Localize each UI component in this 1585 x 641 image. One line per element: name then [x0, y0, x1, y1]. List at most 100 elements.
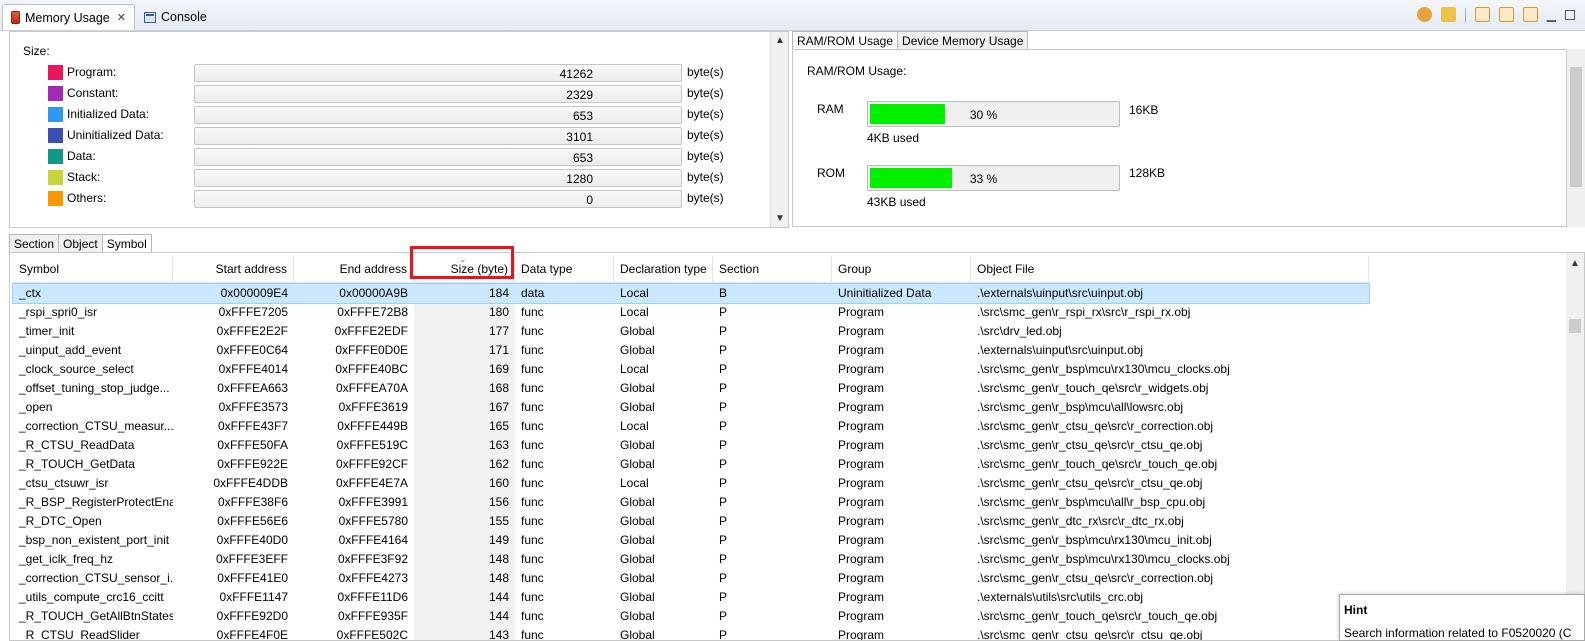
column-header[interactable]: Object File	[971, 256, 1369, 283]
tab-console[interactable]: Console	[136, 4, 215, 30]
table-cell: _ctx	[19, 286, 42, 300]
table-cell: _correction_CTSU_measur...	[19, 419, 173, 433]
table-row[interactable]: _R_DTC_Open 0xFFFE56E6 0xFFFE5780 155 func Gl…	[13, 512, 1369, 531]
column-header[interactable]: Symbol	[13, 256, 173, 283]
size-panel: Size: Program: 41262 byte(s) Constant: 2329 b…	[9, 31, 789, 228]
refresh-icon[interactable]	[1416, 7, 1432, 22]
table-row[interactable]: _rspi_spri0_isr 0xFFFE7205 0xFFFE72B8 180 fu…	[13, 303, 1369, 322]
table-cell: .\src\smc_gen\r_rspi_rx\src\r_rspi_rx.ob…	[977, 305, 1191, 319]
tab-device-memory-usage[interactable]: Device Memory Usage	[897, 31, 1029, 50]
close-icon[interactable]: ✕	[117, 11, 126, 24]
column-header[interactable]: Section	[713, 256, 832, 283]
table-row[interactable]: _R_BSP_RegisterProtectEna... 0xFFFE38F6 0x…	[13, 493, 1369, 512]
maximize-icon[interactable]	[1565, 9, 1575, 20]
export-icon[interactable]	[1474, 7, 1490, 22]
size-unit: byte(s)	[687, 191, 724, 205]
scroll-down-icon[interactable]: ▼	[775, 213, 785, 224]
table-row[interactable]: _ctsu_ctsuwr_isr 0xFFFE4DDB 0xFFFE4E7A 160 f…	[13, 474, 1369, 493]
table-cell: func	[521, 514, 544, 528]
table-row[interactable]: _correction_CTSU_measur... 0xFFFE43F7 0xFF…	[13, 417, 1369, 436]
tab-memory-usage[interactable]: Memory Usage ✕	[2, 4, 135, 30]
symbol-view-tabs: Section Object Symbol	[9, 234, 152, 253]
ramrom-body: RAM/ROM Usage: RAM 30 % 16KB 4KB used RO…	[792, 49, 1567, 227]
table-cell: _uinput_add_event	[19, 343, 122, 357]
scroll-up-icon[interactable]: ▲	[775, 35, 785, 46]
column-header[interactable]: Group	[832, 256, 971, 283]
table-row[interactable]: _open 0xFFFE3573 0xFFFE3619 167 func Global P P…	[13, 398, 1369, 417]
table-cell: Local	[620, 476, 649, 490]
size-label: Stack:	[67, 170, 101, 184]
table-cell: Global	[620, 533, 655, 547]
column-header[interactable]: Start address	[173, 256, 294, 283]
table-row[interactable]: _get_iclk_freq_hz 0xFFFE3EFF 0xFFFE3F92 148…	[13, 550, 1369, 569]
table-scrollbar[interactable]: ▲	[1566, 253, 1584, 640]
sync-icon[interactable]	[1440, 7, 1456, 22]
column-header[interactable]: Declaration type	[614, 256, 713, 283]
column-header-label: Data type	[521, 262, 573, 276]
ramrom-scrollbar[interactable]	[1567, 49, 1585, 227]
table-cell: 0xFFFE56E6	[217, 514, 288, 528]
table-cell: Program	[838, 343, 885, 357]
table-row[interactable]: _R_CTSU_ReadData 0xFFFE50FA 0xFFFE519C 163 f…	[13, 436, 1369, 455]
hint-text: Search information related to F0520020 (…	[1344, 626, 1572, 640]
table-row[interactable]: _R_CTSU_ReadSlider 0xFFFE4F0E 0xFFFE502C 14…	[13, 626, 1369, 641]
tab-label: Memory Usage	[25, 10, 110, 25]
table-header: Symbol Start address End address Size (byte…	[13, 254, 1369, 283]
table-cell: func	[521, 400, 544, 414]
table-row[interactable]: _correction_CTSU_sensor_i... 0xFFFE41E0 0x…	[13, 569, 1369, 588]
tab-section[interactable]: Section	[9, 234, 60, 253]
table-cell: 0xFFFE4E7A	[335, 476, 408, 490]
tab-ramrom-usage[interactable]: RAM/ROM Usage	[792, 31, 899, 50]
table-row[interactable]: _timer_init 0xFFFE2E2F 0xFFFE2EDF 177 func Gl…	[13, 322, 1369, 341]
table-cell: .\externals\uinput\src\uinput.obj	[977, 343, 1144, 357]
tab-symbol[interactable]: Symbol	[101, 234, 152, 253]
table-cell: 180	[414, 303, 515, 322]
scroll-thumb[interactable]	[1569, 319, 1581, 333]
hint-popup: Hint Search information related to F0520…	[1339, 594, 1585, 641]
size-unit: byte(s)	[687, 107, 724, 121]
scroll-up-icon[interactable]: ▲	[1570, 258, 1580, 269]
table-cell: P	[719, 438, 728, 452]
table-cell: _get_iclk_freq_hz	[19, 552, 114, 566]
table-row[interactable]: _clock_source_select 0xFFFE4014 0xFFFE40BC…	[13, 360, 1369, 379]
table-cell: Program	[838, 438, 885, 452]
table-cell: _R_TOUCH_GetAllBtnStates	[19, 609, 173, 623]
minimize-icon[interactable]: ▁	[1547, 8, 1556, 22]
table-cell: _bsp_non_existent_port_init	[19, 533, 170, 547]
table-cell: 0xFFFE0D0E	[335, 343, 408, 357]
column-header[interactable]: End address	[294, 256, 414, 283]
column-header-label: Object File	[977, 262, 1035, 276]
table-body: _ctx 0x000009E4 0x00000A9B 184 data Local B Uni…	[12, 283, 1370, 641]
table-cell: 0xFFFE4F0E	[216, 628, 288, 641]
table-cell: Global	[620, 457, 655, 471]
column-header-label: Symbol	[19, 262, 60, 276]
table-row[interactable]: _utils_compute_crc16_ccitt 0xFFFE1147 0xFF…	[13, 588, 1369, 607]
table-cell: data	[521, 286, 545, 300]
size-label: Data:	[67, 149, 96, 163]
table-row[interactable]: _R_TOUCH_GetData 0xFFFE922E 0xFFFE92CF 162 f…	[13, 455, 1369, 474]
table-cell: 0xFFFE3619	[338, 400, 408, 414]
table-cell: .\externals\utils\src\utils_crc.obj	[977, 590, 1144, 604]
tab-object[interactable]: Object	[58, 234, 103, 253]
table-cell: 144	[414, 607, 515, 626]
size-panel-scrollbar[interactable]: ▲ ▼	[770, 32, 788, 227]
scroll-thumb[interactable]	[1570, 67, 1582, 187]
table-row[interactable]: _offset_tuning_stop_judge... 0xFFFEA663 0x…	[13, 379, 1369, 398]
column-header[interactable]: Data type	[515, 256, 614, 283]
column-header[interactable]: Size (byte) ⌄	[414, 254, 515, 283]
table-cell: 148	[414, 569, 515, 588]
table-row[interactable]: _ctx 0x000009E4 0x00000A9B 184 data Local B Uni…	[12, 283, 1370, 304]
table-cell: 0xFFFEA663	[217, 381, 288, 395]
expand-icon[interactable]	[1522, 7, 1538, 22]
table-cell: func	[521, 419, 544, 433]
table-cell: func	[521, 552, 544, 566]
table-cell: 160	[414, 474, 515, 493]
table-row[interactable]: _R_TOUCH_GetAllBtnStates 0xFFFE92D0 0xFFFE…	[13, 607, 1369, 626]
table-row[interactable]: _uinput_add_event 0xFFFE0C64 0xFFFE0D0E 171…	[13, 341, 1369, 360]
table-row[interactable]: _bsp_non_existent_port_init 0xFFFE40D0 0xF…	[13, 531, 1369, 550]
table-cell: 0xFFFE4014	[218, 362, 288, 376]
table-cell: 165	[414, 417, 515, 436]
table-cell: .\src\smc_gen\r_bsp\mcu\rx130\mcu_clocks…	[977, 552, 1230, 566]
table-cell: .\src\smc_gen\r_bsp\mcu\all\r_bsp_cpu.ob…	[977, 495, 1206, 509]
collapse-icon[interactable]	[1498, 7, 1514, 22]
